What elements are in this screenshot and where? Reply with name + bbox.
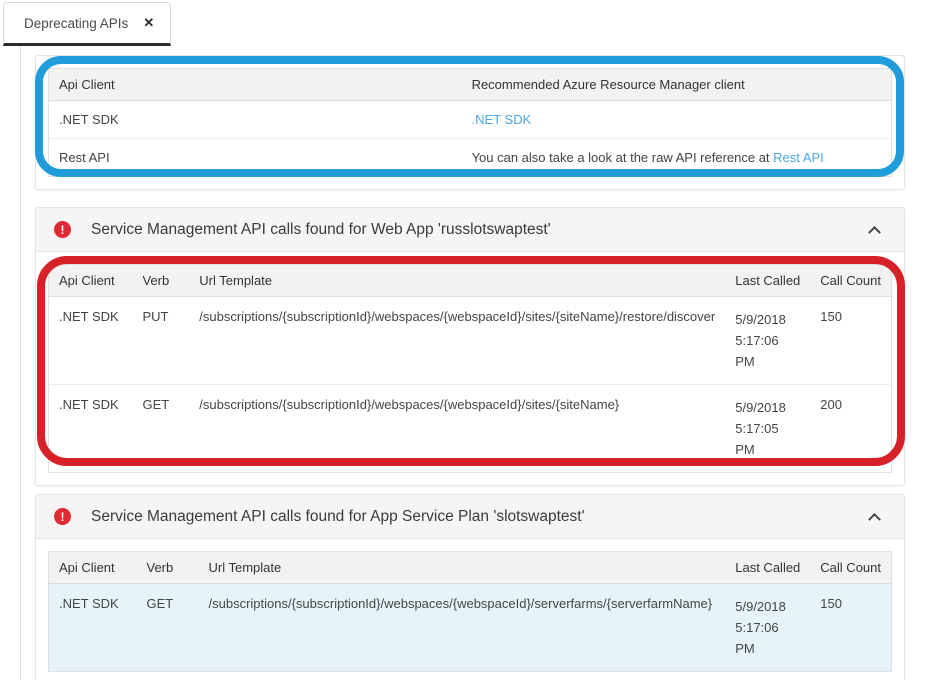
chevron-up-icon bbox=[868, 226, 881, 239]
section-title: Service Management API calls found for W… bbox=[91, 221, 551, 239]
table-row[interactable]: .NET SDK GET /subscriptions/{subscriptio… bbox=[49, 385, 892, 473]
appserviceplan-calls-table: Api Client Verb Url Template Last Called… bbox=[48, 551, 892, 672]
cell-last-called: 5/9/2018 5:17:06 PM bbox=[725, 297, 810, 385]
table-row-highlighted[interactable]: .NET SDK GET /subscriptions/{subscriptio… bbox=[49, 584, 892, 672]
table-row: Rest API You can also take a look at the… bbox=[49, 139, 892, 177]
page: Deprecating APIs ✕ Api Client Recommende… bbox=[0, 0, 947, 680]
section-header[interactable]: ! Service Management API calls found for… bbox=[36, 495, 904, 539]
tab-deprecating-apis[interactable]: Deprecating APIs ✕ bbox=[3, 2, 171, 46]
error-icon: ! bbox=[54, 221, 71, 238]
cell-verb: GET bbox=[132, 385, 189, 473]
cell-last-called: 5/9/2018 5:17:05 PM bbox=[725, 385, 810, 473]
cell-verb: GET bbox=[137, 584, 199, 672]
cell-api-client: .NET SDK bbox=[49, 584, 137, 672]
recommendation-table: Api Client Recommended Azure Resource Ma… bbox=[48, 68, 892, 177]
left-pane-divider bbox=[20, 46, 21, 680]
appserviceplan-calls-card: ! Service Management API calls found for… bbox=[35, 494, 905, 680]
col-api-client: Api Client bbox=[49, 69, 462, 101]
table-header-row: Api Client Recommended Azure Resource Ma… bbox=[49, 69, 892, 101]
col-api-client: Api Client bbox=[49, 265, 133, 297]
cell-call-count: 200 bbox=[810, 385, 891, 473]
col-verb: Verb bbox=[132, 265, 189, 297]
collapse-chevron-button[interactable] bbox=[862, 218, 886, 242]
cell-recommendation: .NET SDK bbox=[462, 101, 892, 139]
col-call-count: Call Count bbox=[810, 552, 891, 584]
chevron-up-icon bbox=[868, 513, 881, 526]
webapp-calls-card: ! Service Management API calls found for… bbox=[35, 207, 905, 486]
webapp-calls-table: Api Client Verb Url Template Last Called… bbox=[48, 264, 892, 473]
col-recommended-client: Recommended Azure Resource Manager clien… bbox=[462, 69, 892, 101]
col-call-count: Call Count bbox=[810, 265, 891, 297]
col-verb: Verb bbox=[137, 552, 199, 584]
col-last-called: Last Called bbox=[725, 265, 810, 297]
cell-api-client: .NET SDK bbox=[49, 101, 462, 139]
col-last-called: Last Called bbox=[725, 552, 810, 584]
cell-api-client: .NET SDK bbox=[49, 297, 133, 385]
rest-api-link[interactable]: Rest API bbox=[773, 150, 824, 165]
tab-bar: Deprecating APIs ✕ bbox=[0, 0, 947, 47]
cell-call-count: 150 bbox=[810, 297, 891, 385]
cell-verb: PUT bbox=[132, 297, 189, 385]
tab-label: Deprecating APIs bbox=[24, 16, 128, 31]
cell-last-called: 5/9/2018 5:17:06 PM bbox=[725, 584, 810, 672]
cell-call-count: 150 bbox=[810, 584, 891, 672]
cell-url-template: /subscriptions/{subscriptionId}/webspace… bbox=[189, 385, 725, 473]
collapse-chevron-button[interactable] bbox=[862, 505, 886, 529]
col-url-template: Url Template bbox=[189, 265, 725, 297]
cell-api-client: .NET SDK bbox=[49, 385, 133, 473]
error-icon: ! bbox=[54, 508, 71, 525]
table-header-row: Api Client Verb Url Template Last Called… bbox=[49, 552, 892, 584]
section-header[interactable]: ! Service Management API calls found for… bbox=[36, 208, 904, 252]
recommendation-card: Api Client Recommended Azure Resource Ma… bbox=[35, 55, 905, 190]
cell-url-template: /subscriptions/{subscriptionId}/webspace… bbox=[199, 584, 726, 672]
col-url-template: Url Template bbox=[199, 552, 726, 584]
col-api-client: Api Client bbox=[49, 552, 137, 584]
section-title: Service Management API calls found for A… bbox=[91, 508, 585, 526]
table-row[interactable]: .NET SDK PUT /subscriptions/{subscriptio… bbox=[49, 297, 892, 385]
recommendation-text: You can also take a look at the raw API … bbox=[472, 150, 774, 165]
cell-recommendation: You can also take a look at the raw API … bbox=[462, 139, 892, 177]
table-row: .NET SDK .NET SDK bbox=[49, 101, 892, 139]
cell-api-client: Rest API bbox=[49, 139, 462, 177]
dotnet-sdk-link[interactable]: .NET SDK bbox=[472, 112, 532, 127]
tab-close-icon[interactable]: ✕ bbox=[143, 15, 154, 31]
cell-url-template: /subscriptions/{subscriptionId}/webspace… bbox=[189, 297, 725, 385]
table-header-row: Api Client Verb Url Template Last Called… bbox=[49, 265, 892, 297]
